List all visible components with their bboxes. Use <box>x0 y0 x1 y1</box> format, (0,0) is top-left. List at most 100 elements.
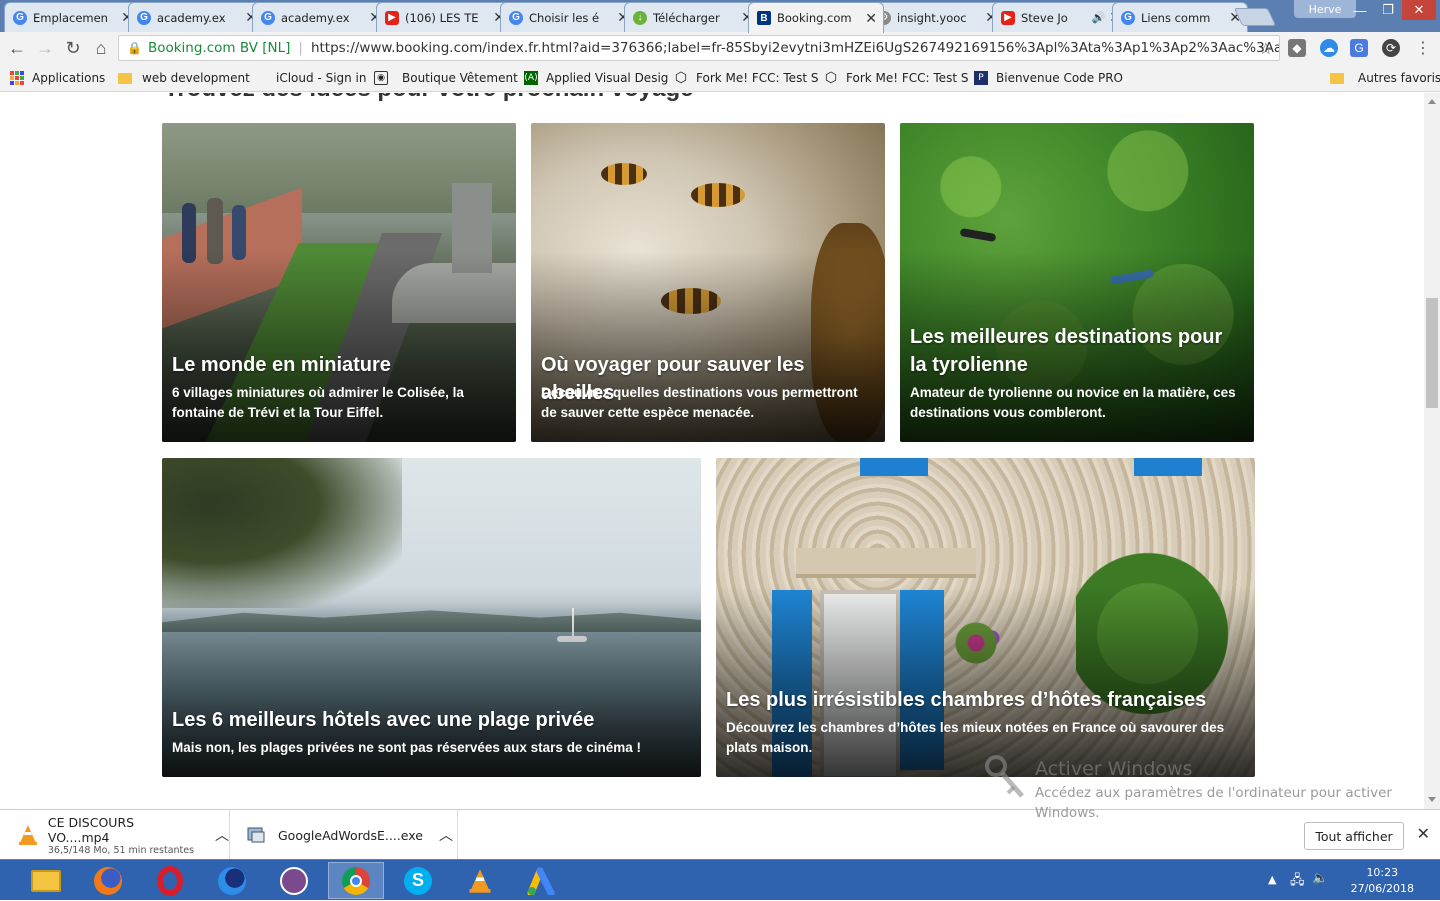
article-card[interactable]: Les plus irrésistibles chambres d’hôtes … <box>716 458 1255 777</box>
volume-icon[interactable]: 🔈 <box>1312 871 1328 886</box>
article-card[interactable]: Où voyager pour sauver les abeilles Déco… <box>531 123 885 442</box>
tab[interactable]: GEmplacemen✕ <box>4 2 140 32</box>
new-tab-button[interactable] <box>1233 8 1277 26</box>
firefox-dev-icon[interactable] <box>204 862 260 899</box>
google-icon: G <box>1121 10 1135 25</box>
apple-icon <box>254 71 268 85</box>
apps-icon <box>10 71 24 85</box>
address-bar[interactable]: 🔒 Booking.com BV [NL] | https://www.book… <box>118 35 1280 61</box>
scrollbar-thumb[interactable] <box>1426 298 1438 408</box>
audio-icon[interactable]: 🔊 <box>1092 11 1106 24</box>
divider: | <box>298 40 303 56</box>
download-filename: CE DISCOURS VO....mp4 <box>47 814 135 845</box>
show-hidden-icons[interactable]: ▲ <box>1268 873 1276 886</box>
home-icon[interactable]: ⌂ <box>90 37 112 59</box>
download-item[interactable]: CE DISCOURS VO....mp4 36,5/148 Mo, 51 mi… <box>0 810 230 860</box>
bookmark-link[interactable]: ⬡ Fork Me! FCC: Test S <box>674 70 819 86</box>
tab-active[interactable]: B Booking.com ✕ <box>748 2 884 33</box>
download-icon: ↓ <box>633 10 647 25</box>
url-text: https://www.booking.com/index.fr.html?ai… <box>310 40 1279 56</box>
extension-icon[interactable]: ◆ <box>1288 39 1306 57</box>
download-status: 36,5/148 Mo, 51 min restantes <box>47 844 195 856</box>
folder-icon <box>1330 71 1344 85</box>
download-filename: GoogleAdWordsE....exe <box>278 827 423 843</box>
minimize-icon[interactable]: — <box>1346 0 1374 20</box>
scroll-up-icon[interactable] <box>1428 99 1436 104</box>
tab[interactable]: ⚙insight.yooc✕ <box>868 2 1004 32</box>
codepro-icon: P <box>974 71 988 85</box>
close-window-icon[interactable]: ✕ <box>1402 0 1436 20</box>
card-description: Découvrez quelles destinations vous perm… <box>541 385 858 420</box>
lock-icon: 🔒 <box>127 41 142 55</box>
tab-title: academy.ex <box>281 10 350 25</box>
sync-icon[interactable]: ⟳ <box>1382 39 1400 57</box>
youtube-icon: ▶ <box>385 10 399 25</box>
chevron-up-icon[interactable]: ︿ <box>439 825 453 845</box>
back-icon[interactable]: ← <box>6 37 28 59</box>
tab[interactable]: GChoisir les é✕ <box>500 2 636 32</box>
adwords-icon[interactable] <box>514 862 570 899</box>
security-label: Booking.com BV [NL] <box>147 40 291 56</box>
opera-icon[interactable] <box>142 862 198 899</box>
tab-title: Booking.com <box>777 11 852 25</box>
file-explorer-icon[interactable] <box>18 862 74 899</box>
bookmark-other[interactable]: Autres favoris <box>1330 70 1440 86</box>
bookmark-link[interactable]: P Bienvenue Code PRO <box>974 70 1123 86</box>
bookmark-label: iCloud - Sign in <box>276 71 367 85</box>
firefox-icon[interactable] <box>80 862 136 899</box>
close-downloads-icon[interactable]: ✕ <box>1417 824 1430 843</box>
tab-title: Emplacemen <box>33 10 108 25</box>
bookmark-applications[interactable]: Applications <box>10 70 105 86</box>
reload-icon[interactable]: ↻ <box>62 37 84 59</box>
bookmark-link[interactable]: iCloud - Sign in <box>254 70 367 86</box>
bookmark-link[interactable]: (A) Applied Visual Desig <box>524 70 668 86</box>
key-icon <box>985 755 1024 798</box>
network-icon[interactable]: 🖧 <box>1290 871 1305 893</box>
article-card[interactable]: Les 6 meilleurs hôtels avec une plage pr… <box>162 458 701 777</box>
codepen-icon: ⬡ <box>674 70 688 86</box>
menu-icon[interactable]: ⋮ <box>1414 39 1432 57</box>
tab-title: insight.yooc <box>897 10 967 25</box>
chevron-up-icon[interactable]: ︿ <box>215 825 229 845</box>
vlc-icon[interactable] <box>452 862 508 899</box>
article-card[interactable]: Les meilleures destinations pour la tyro… <box>900 123 1254 442</box>
article-card[interactable]: Le monde en miniature 6 villages miniatu… <box>162 123 516 442</box>
bookmark-label: web development <box>142 71 250 85</box>
download-item[interactable]: GoogleAdWordsE....exe ︿ <box>230 810 458 860</box>
skype-icon[interactable]: S <box>390 862 446 899</box>
tor-icon[interactable] <box>266 862 322 899</box>
card-description: 6 villages miniatures où admirer le Coli… <box>172 385 464 420</box>
tab[interactable]: ▶Steve Jo🔊✕ <box>992 2 1128 32</box>
tab[interactable]: Gacademy.ex✕ <box>252 2 388 32</box>
tab[interactable]: Gacademy.ex✕ <box>128 2 264 32</box>
card-description: Mais non, les plages privées ne sont pas… <box>172 740 641 755</box>
toolbar: ← → ↻ ⌂ 🔒 Booking.com BV [NL] | https://… <box>0 32 1440 64</box>
bookmark-link[interactable]: ⬡ Fork Me! FCC: Test S <box>824 70 969 86</box>
google-icon: G <box>13 10 27 25</box>
close-tab-icon[interactable]: ✕ <box>865 10 877 27</box>
bookmarks-bar: Applications web development iCloud - Si… <box>0 64 1440 92</box>
bookmark-folder[interactable]: web development <box>118 70 250 86</box>
tab[interactable]: ▶(106) LES TE✕ <box>376 2 512 32</box>
tab[interactable]: ↓Télécharger✕ <box>624 2 760 32</box>
bookmark-label: Autres favoris <box>1358 71 1440 85</box>
cloud-icon[interactable]: ☁ <box>1320 39 1338 57</box>
bookmark-label: Boutique Vêtement <box>402 71 518 85</box>
restore-icon[interactable]: ❐ <box>1374 0 1402 20</box>
web-page: Trouvez des idées pour votre prochain vo… <box>0 93 1424 809</box>
scroll-down-icon[interactable] <box>1428 797 1436 802</box>
forward-icon[interactable]: → <box>34 37 56 59</box>
translate-icon[interactable]: G <box>1350 39 1368 57</box>
bookmark-star-icon[interactable]: ☆ <box>1259 39 1273 58</box>
google-icon: G <box>137 10 151 25</box>
tab[interactable]: G Liens comm ✕ <box>1112 2 1248 32</box>
show-all-downloads-button[interactable]: Tout afficher <box>1304 822 1404 850</box>
booking-icon: B <box>757 11 771 25</box>
clock[interactable]: 10:23 27/06/2018 <box>1351 865 1414 897</box>
google-icon: G <box>261 10 275 25</box>
browser-tab-strip: GEmplacemen✕ Gacademy.ex✕ Gacademy.ex✕ ▶… <box>0 0 1440 33</box>
bookmark-link[interactable]: ◉ Boutique Vêtement <box>374 70 518 86</box>
tab-title: Liens comm <box>1141 10 1211 25</box>
chrome-icon[interactable] <box>328 862 384 899</box>
page-scrollbar[interactable] <box>1424 93 1440 809</box>
